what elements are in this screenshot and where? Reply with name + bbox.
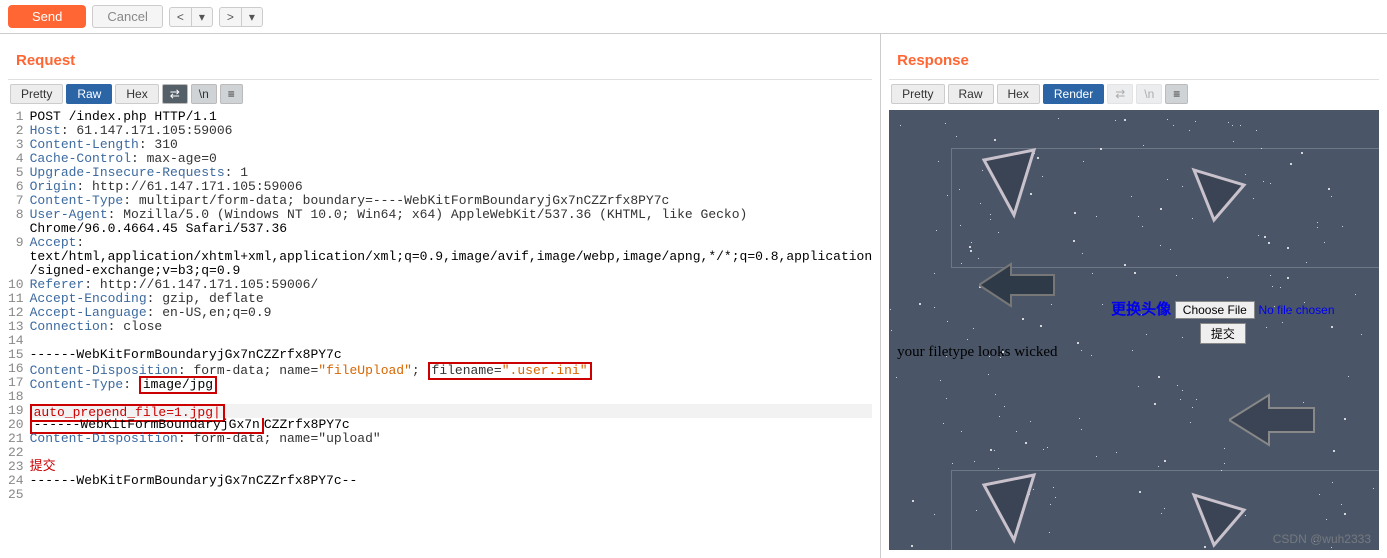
code-line: Accept: bbox=[30, 236, 873, 250]
triangle-decor bbox=[974, 470, 1044, 550]
main-split: Request Pretty Raw Hex ⇄ \n ≡ 1234567891… bbox=[0, 34, 1387, 558]
response-title: Response bbox=[889, 42, 1379, 80]
tab-pretty-resp[interactable]: Pretty bbox=[891, 84, 944, 104]
menu-icon-resp[interactable]: ≡ bbox=[1165, 84, 1188, 104]
code-line: 提交 bbox=[30, 460, 873, 474]
code-line bbox=[30, 390, 873, 404]
prev-dropdown[interactable]: ▾ bbox=[191, 7, 213, 27]
code-line bbox=[30, 334, 873, 348]
tab-render[interactable]: Render bbox=[1043, 84, 1104, 104]
top-toolbar: Send Cancel < ▾ > ▾ bbox=[0, 0, 1387, 34]
code-line: ------WebKitFormBoundaryjGx7nCZZrfx8PY7c… bbox=[30, 474, 873, 488]
request-title: Request bbox=[8, 42, 872, 80]
code-lines: POST /index.php HTTP/1.1Host: 61.147.171… bbox=[30, 110, 873, 502]
code-line: Content-Type: multipart/form-data; bound… bbox=[30, 194, 873, 208]
no-file-text: No file chosen bbox=[1258, 303, 1334, 317]
upload-label: 更换头像 bbox=[1111, 301, 1171, 318]
triangle-decor bbox=[1189, 165, 1249, 225]
code-line: Content-Type: image/jpg bbox=[30, 376, 873, 390]
code-line: Referer: http://61.147.171.105:59006/ bbox=[30, 278, 873, 292]
history-prev-group: < ▾ bbox=[169, 7, 213, 27]
code-line: Connection: close bbox=[30, 320, 873, 334]
history-next-group: > ▾ bbox=[219, 7, 263, 27]
code-line: Origin: http://61.147.171.105:59006 bbox=[30, 180, 873, 194]
arrow-decor bbox=[1229, 390, 1319, 450]
tab-hex-resp[interactable]: Hex bbox=[997, 84, 1040, 104]
request-editor[interactable]: 1234567891011121314151617181920212223242… bbox=[8, 110, 872, 502]
line-gutter: 1234567891011121314151617181920212223242… bbox=[8, 110, 30, 502]
code-line: Host: 61.147.171.105:59006 bbox=[30, 124, 873, 138]
submit-button[interactable]: 提交 bbox=[1200, 323, 1246, 344]
response-panel: Response Pretty Raw Hex Render ⇄ \n ≡ bbox=[881, 34, 1387, 558]
arrow-decor bbox=[979, 260, 1059, 310]
cancel-button[interactable]: Cancel bbox=[92, 5, 162, 28]
code-line: Chrome/96.0.4664.45 Safari/537.36 bbox=[30, 222, 873, 236]
triangle-decor bbox=[1189, 490, 1249, 550]
code-line: ------WebKitFormBoundaryjGx7nCZZrfx8PY7c bbox=[30, 348, 873, 362]
menu-icon[interactable]: ≡ bbox=[220, 84, 243, 104]
request-tab-bar: Pretty Raw Hex ⇄ \n ≡ bbox=[8, 80, 872, 108]
next-dropdown[interactable]: ▾ bbox=[241, 7, 263, 27]
code-line: text/html,application/xhtml+xml,applicat… bbox=[30, 250, 873, 264]
upload-form: 更换头像 Choose File No file chosen 提交 bbox=[1111, 298, 1334, 344]
tab-raw-resp[interactable]: Raw bbox=[948, 84, 994, 104]
code-line: /signed-exchange;v=b3;q=0.9 bbox=[30, 264, 873, 278]
code-line: Cache-Control: max-age=0 bbox=[30, 152, 873, 166]
code-line: POST /index.php HTTP/1.1 bbox=[30, 110, 873, 124]
wrap-icon-resp[interactable]: ⇄ bbox=[1107, 84, 1133, 104]
code-line: Accept-Language: en-US,en;q=0.9 bbox=[30, 306, 873, 320]
wrap-icon[interactable]: ⇄ bbox=[162, 84, 188, 104]
choose-file-button[interactable]: Choose File bbox=[1175, 301, 1255, 319]
request-panel: Request Pretty Raw Hex ⇄ \n ≡ 1234567891… bbox=[0, 34, 881, 558]
code-line: auto_prepend_file=1.jpg| bbox=[30, 404, 873, 418]
prev-button[interactable]: < bbox=[169, 7, 191, 27]
code-line: ------WebKitFormBoundaryjGx7nCZZrfx8PY7c bbox=[30, 418, 873, 432]
triangle-decor bbox=[974, 145, 1044, 225]
rendered-page: 更换头像 Choose File No file chosen 提交 your … bbox=[889, 110, 1379, 550]
send-button[interactable]: Send bbox=[8, 5, 86, 28]
code-line: Upgrade-Insecure-Requests: 1 bbox=[30, 166, 873, 180]
code-line: Content-Disposition: form-data; name="up… bbox=[30, 432, 873, 446]
newline-icon-resp[interactable]: \n bbox=[1136, 84, 1162, 104]
tab-raw[interactable]: Raw bbox=[66, 84, 112, 104]
error-message: your filetype looks wicked bbox=[897, 344, 1057, 361]
watermark: CSDN @wuh2333 bbox=[1273, 532, 1371, 546]
code-line bbox=[30, 446, 873, 460]
code-line: Accept-Encoding: gzip, deflate bbox=[30, 292, 873, 306]
code-line bbox=[30, 488, 873, 502]
code-line: Content-Length: 310 bbox=[30, 138, 873, 152]
newline-icon[interactable]: \n bbox=[191, 84, 217, 104]
response-tab-bar: Pretty Raw Hex Render ⇄ \n ≡ bbox=[889, 80, 1379, 108]
tab-hex[interactable]: Hex bbox=[115, 84, 158, 104]
code-line: Content-Disposition: form-data; name="fi… bbox=[30, 362, 873, 376]
code-line: User-Agent: Mozilla/5.0 (Windows NT 10.0… bbox=[30, 208, 873, 222]
tab-pretty[interactable]: Pretty bbox=[10, 84, 63, 104]
next-button[interactable]: > bbox=[219, 7, 241, 27]
